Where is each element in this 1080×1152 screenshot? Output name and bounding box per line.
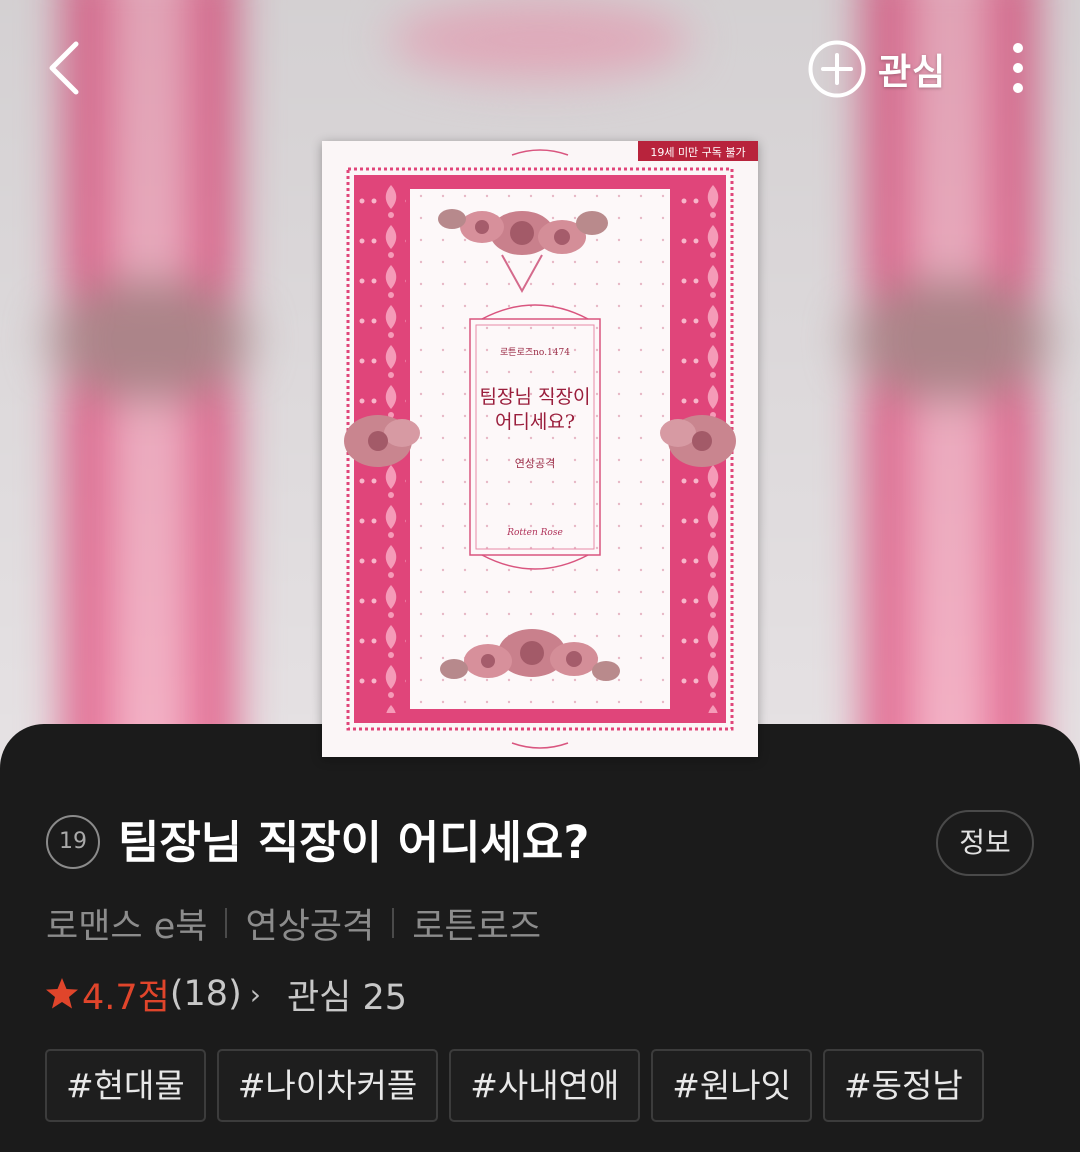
- back-button[interactable]: [36, 36, 100, 100]
- author-link[interactable]: 연상공격: [245, 898, 374, 949]
- genre-link[interactable]: 로맨스 e북: [46, 898, 207, 949]
- meta-divider: [392, 908, 395, 938]
- tag-list: #현대물 #나이차커플 #사내연애 #원나잇 #동정남: [45, 1049, 984, 1122]
- cover-publisher-logo: Rotten Rose: [506, 528, 563, 538]
- cover-author: 연상공격: [515, 457, 555, 470]
- tag-chip[interactable]: #나이차커플: [216, 1049, 439, 1122]
- info-button[interactable]: 정보: [936, 810, 1034, 876]
- chevron-left-icon: [49, 41, 79, 95]
- tag-chip[interactable]: #사내연애: [449, 1049, 641, 1122]
- book-meta: 로맨스 e북 연상공격 로튼로즈: [46, 898, 541, 948]
- cover-ribbon-text: 19세 미만 구독 불가: [650, 146, 745, 159]
- age-rating-badge: 19: [46, 815, 100, 869]
- book-cover[interactable]: 19세 미만 구독 불가 로튼로즈no.1474 팀장님 직장이 어디세요? 연…: [322, 141, 758, 757]
- chevron-right-icon[interactable]: ›: [250, 978, 261, 1011]
- plus-circle-icon: [808, 40, 866, 98]
- cover-title-line1: 팀장님 직장이: [480, 386, 591, 408]
- follow-label: 관심: [878, 52, 947, 93]
- follow-button[interactable]: 관심: [808, 38, 946, 100]
- favorites-count: 관심 25: [286, 977, 407, 1018]
- meta-divider: [225, 908, 228, 938]
- publisher-link[interactable]: 로튼로즈: [412, 898, 541, 949]
- more-options-button[interactable]: [994, 40, 1042, 100]
- tag-chip[interactable]: #현대물: [45, 1049, 206, 1122]
- rating-score[interactable]: 4.7점: [82, 969, 170, 1020]
- more-vertical-icon: [1013, 43, 1023, 93]
- rating-row: 4.7점 (18) › 관심 25: [44, 968, 407, 1020]
- top-bar: 관심: [0, 0, 1080, 140]
- cover-title-line2: 어디세요?: [495, 411, 575, 433]
- star-icon: [46, 978, 78, 1009]
- rating-count[interactable]: (18): [170, 974, 242, 1014]
- tag-chip[interactable]: #동정남: [823, 1049, 984, 1122]
- tag-chip[interactable]: #원나잇: [651, 1049, 813, 1122]
- book-title: 팀장님 직장이 어디세요?: [118, 816, 590, 869]
- cover-series: 로튼로즈no.1474: [500, 347, 570, 358]
